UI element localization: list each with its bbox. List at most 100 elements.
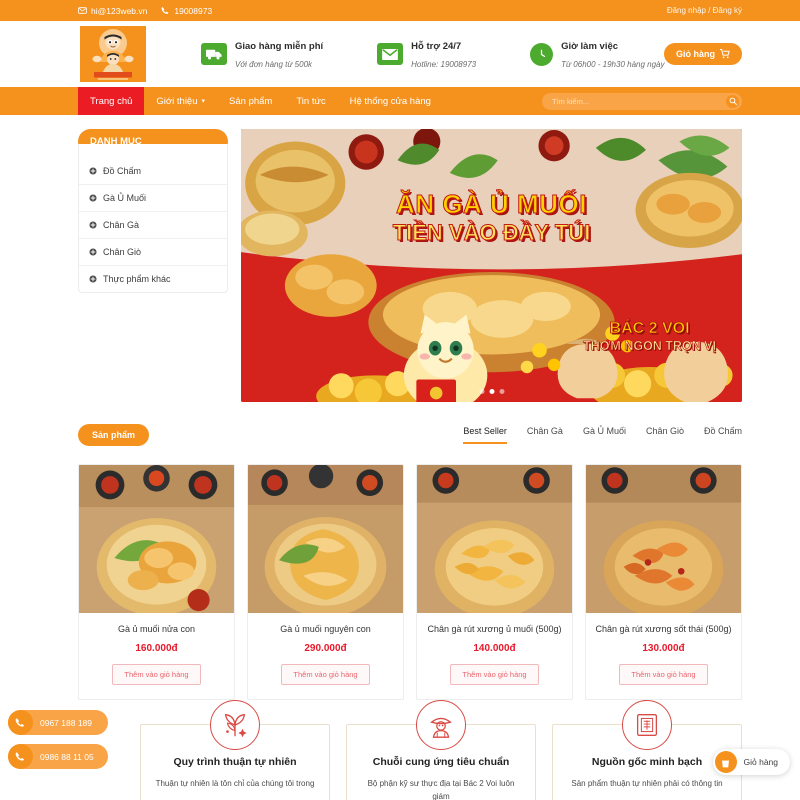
feature-shipping-sub: Với đơn hàng từ 500k [235, 60, 313, 69]
tab-best-seller[interactable]: Best Seller [463, 426, 507, 444]
feature-support: Hỗ trợ 24/7 Hotline: 19008973 [377, 36, 476, 72]
phone-icon [161, 7, 169, 14]
feature-hours: Giờ làm việc Từ 06h00 - 19h30 hàng ngày [530, 36, 664, 72]
add-to-cart-button[interactable]: Thêm vào giỏ hàng [450, 664, 539, 685]
product-info: Gà ủ muối nửa con 160.000đ Thêm vào giỏ … [79, 613, 234, 699]
account-link[interactable]: Đăng nhập / Đăng ký [667, 6, 742, 15]
product-name: Gà ủ muối nửa con [117, 624, 196, 634]
product-photo-chan-ga-u-muoi [417, 465, 572, 613]
sidebar-item-chan-ga[interactable]: Chân Gà [79, 212, 227, 239]
feature-hours-text: Giờ làm việc Từ 06h00 - 19h30 hàng ngày [561, 36, 664, 72]
nav-label-2: Sản phẩm [229, 95, 273, 107]
why-title: Chuỗi cung ứng tiêu chuẩn [372, 756, 510, 768]
floating-cart-label: Giỏ hàng [743, 757, 779, 767]
topbar-contact-group: hi@123web.vn 19008973 [78, 6, 212, 16]
product-image [417, 465, 572, 613]
hero-banner[interactable]: ĂN GÀ Ủ MUỐI TIỀN VÀO ĐẦY TÚI BÁC 2 VOI … [241, 129, 742, 402]
tab-label-1: Chân Gà [526, 426, 563, 436]
feature-shipping: Giao hàng miễn phí Với đơn hàng từ 500k [201, 36, 323, 72]
product-section: Sản phẩm Best Seller Chân Gà Gà Ủ Muối C… [0, 402, 800, 700]
sidebar-item-thuc-pham-khac[interactable]: Thực phẩm khác [79, 266, 227, 292]
banner-line-2: TIỀN VÀO ĐẦY TÚI [392, 220, 591, 246]
product-card[interactable]: Gà ủ muối nửa con 160.000đ Thêm vào giỏ … [78, 464, 235, 700]
search-button[interactable] [726, 94, 739, 108]
product-image [586, 465, 741, 613]
product-photo-ga-nguyen-con [248, 465, 403, 613]
banner-dot-2[interactable] [499, 389, 504, 394]
tab-chan-ga[interactable]: Chân Gà [527, 426, 563, 444]
banner-subheadline: BÁC 2 VOI THƠM NGON TRỌN VỊ [583, 319, 716, 354]
banner-line-1: ĂN GÀ Ủ MUỐI [396, 189, 587, 220]
feature-shipping-text: Giao hàng miễn phí Với đơn hàng từ 500k [235, 36, 323, 72]
sidebar-item-ga-u-muoi[interactable]: Gà Ủ Muối [79, 185, 227, 212]
product-info: Chân gà rút xương sốt thái (500g) 130.00… [586, 613, 741, 699]
cart-icon [720, 49, 730, 59]
site-logo[interactable] [80, 26, 146, 82]
add-to-cart-button[interactable]: Thêm vào giỏ hàng [112, 664, 201, 685]
banner-background-art [241, 129, 742, 402]
topbar-email[interactable]: hi@123web.vn [78, 6, 147, 16]
tab-label-2: Gà Ủ Muối [582, 426, 626, 436]
add-to-cart-button[interactable]: Thêm vào giỏ hàng [281, 664, 370, 685]
header-cart-label: Giỏ hàng [676, 49, 715, 59]
product-name: Chân gà rút xương sốt thái (500g) [595, 624, 732, 634]
topbar-phone[interactable]: 19008973 [161, 6, 212, 16]
nav-item-san-pham[interactable]: Sản phẩm [217, 87, 284, 115]
product-card[interactable]: Chân gà rút xương ủ muối (500g) 140.000đ… [416, 464, 573, 700]
product-name: Chân gà rút xương ủ muối (500g) [427, 624, 562, 634]
plus-circle-icon [89, 221, 97, 229]
feature-shipping-title: Giao hàng miễn phí [235, 41, 324, 52]
why-title: Quy trình thuận tự nhiên [173, 756, 297, 768]
product-photo-chan-ga-sot-thai [586, 465, 741, 613]
why-desc: Sản phẩm thuận tự nhiên phải có thông ti… [571, 779, 723, 788]
sidebar-label-1: Gà Ủ Muối [103, 193, 147, 203]
nav-item-gioi-thieu[interactable]: Giới thiệu ▾ [144, 87, 217, 115]
product-info: Gà ủ muối nguyên con 290.000đ Thêm vào g… [248, 613, 403, 699]
nav-label-1: Giới thiệu [156, 95, 198, 107]
sidebar-label-4: Thực phẩm khác [103, 274, 171, 284]
plus-circle-icon [89, 167, 97, 175]
nav-item-tin-tuc[interactable]: Tin tức [284, 87, 337, 115]
product-card[interactable]: Chân gà rút xương sốt thái (500g) 130.00… [585, 464, 742, 700]
banner-dot-1[interactable] [489, 389, 494, 394]
tab-label-4: Đồ Chấm [703, 426, 742, 436]
chevron-down-icon: ▾ [201, 98, 206, 105]
search-input[interactable] [552, 96, 726, 106]
truck-icon [201, 43, 227, 65]
add-to-cart-button[interactable]: Thêm vào giỏ hàng [619, 664, 708, 685]
plus-circle-icon [89, 275, 97, 283]
header-features: Giao hàng miễn phí Với đơn hàng từ 500k … [201, 36, 664, 72]
header-cart-button[interactable]: Giỏ hàng [664, 43, 742, 65]
top-bar: hi@123web.vn 19008973 Đăng nhập / Đăng k… [0, 0, 800, 21]
nav-item-he-thong-cua-hang[interactable]: Hệ thống cửa hàng [338, 87, 443, 115]
hotline-button-2[interactable]: 0986 88 11 05 [8, 744, 108, 769]
nav-item-trang-chu[interactable]: Trang chủ [78, 87, 145, 115]
page-root: hi@123web.vn 19008973 Đăng nhập / Đăng k… [0, 0, 800, 800]
product-name: Gà ủ muối nguyên con [280, 624, 371, 634]
shopping-bag-icon [714, 751, 737, 773]
sidebar-item-chan-gio[interactable]: Chân Giò [79, 239, 227, 266]
mail-icon [78, 7, 87, 14]
nav-item-list: Trang chủ Giới thiệu ▾ Sản phẩm Tin tức … [78, 87, 443, 115]
product-info: Chân gà rút xương ủ muối (500g) 140.000đ… [417, 613, 572, 699]
floating-cart-widget[interactable]: Giỏ hàng [712, 749, 790, 775]
why-title: Nguồn gốc minh bạch [591, 756, 703, 768]
why-card-natural-process: Quy trình thuận tự nhiên Thuận tự nhiên … [140, 700, 330, 800]
hotline-button-1[interactable]: 0967 188 189 [8, 710, 108, 735]
tab-chan-gio[interactable]: Chân Giò [646, 426, 684, 444]
tab-ga-u-muoi[interactable]: Gà Ủ Muối [583, 426, 626, 444]
product-price: 160.000đ [135, 643, 178, 654]
banner-headline: ĂN GÀ Ủ MUỐI TIỀN VÀO ĐẦY TÚI [241, 189, 742, 247]
feature-support-sub: Hotline: 19008973 [411, 60, 477, 69]
plant-icon [210, 700, 260, 750]
feature-hours-title: Giờ làm việc [561, 41, 619, 52]
product-section-header: Sản phẩm Best Seller Chân Gà Gà Ủ Muối C… [78, 424, 742, 446]
tab-label-0: Best Seller [463, 426, 507, 436]
tab-do-cham[interactable]: Đồ Chấm [704, 426, 742, 444]
banner-dot-0[interactable] [479, 389, 484, 394]
sidebar-item-do-cham[interactable]: Đồ Chấm [79, 158, 227, 185]
nav-label-0: Trang chủ [90, 95, 133, 107]
product-card[interactable]: Gà ủ muối nguyên con 290.000đ Thêm vào g… [247, 464, 404, 700]
feature-support-text: Hỗ trợ 24/7 Hotline: 19008973 [411, 36, 476, 72]
phone-icon [8, 744, 33, 769]
